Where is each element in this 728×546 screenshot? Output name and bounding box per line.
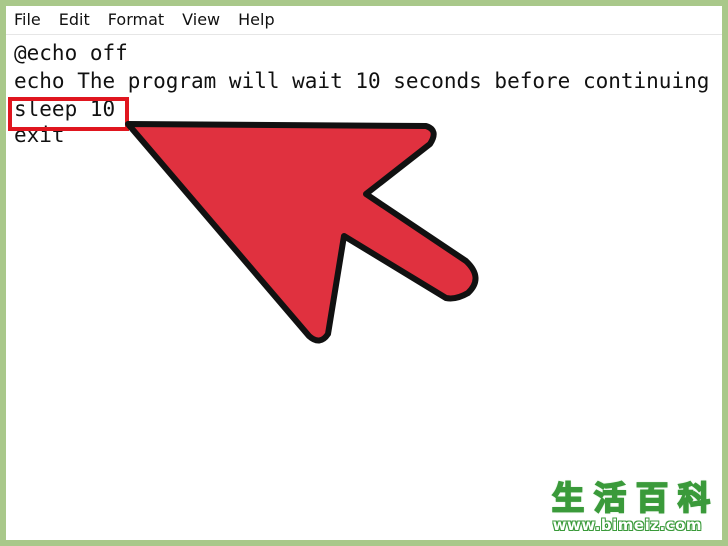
- notepad-window: File Edit Format View Help @echo off ech…: [6, 6, 722, 540]
- menu-file[interactable]: File: [6, 6, 50, 34]
- watermark-url: www.bimeiz.com: [552, 516, 702, 534]
- menubar: File Edit Format View Help: [6, 6, 722, 35]
- menu-view[interactable]: View: [173, 6, 229, 34]
- menu-help[interactable]: Help: [229, 6, 283, 34]
- code-line: echo The program will wait 10 seconds be…: [14, 69, 710, 93]
- watermark-char: 百: [635, 478, 669, 518]
- watermark-logo: 生 活 百 科: [550, 478, 712, 518]
- highlight-box: [8, 97, 129, 131]
- menu-format[interactable]: Format: [99, 6, 173, 34]
- watermark-char: 生: [551, 478, 585, 518]
- watermark-char: 活: [593, 478, 627, 518]
- text-editor-area[interactable]: @echo off echo The program will wait 10 …: [6, 35, 722, 540]
- watermark: 生 活 百 科 www.bimeiz.com: [526, 478, 716, 536]
- menu-edit[interactable]: Edit: [50, 6, 99, 34]
- watermark-char: 科: [677, 478, 711, 518]
- code-line: @echo off: [14, 41, 128, 65]
